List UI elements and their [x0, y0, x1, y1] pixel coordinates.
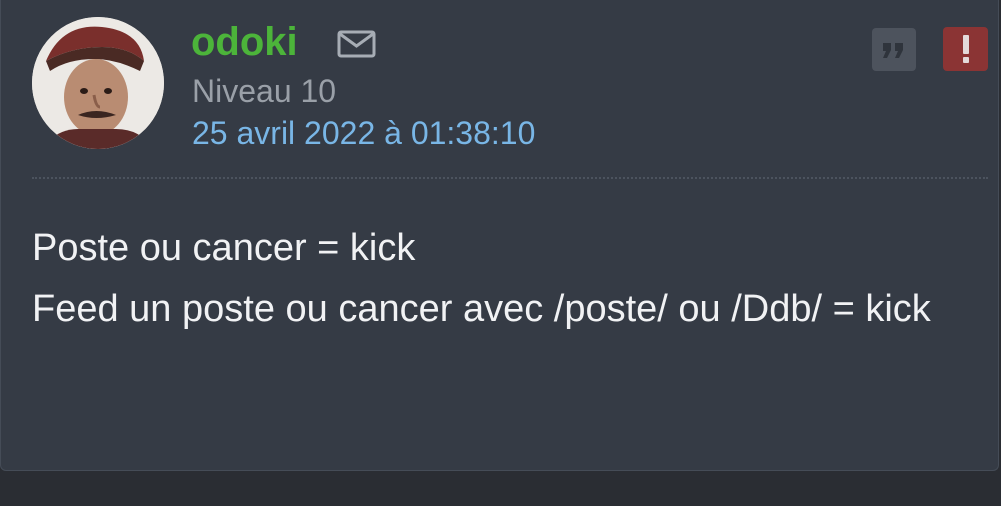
- post-line: Poste ou cancer = kick: [32, 227, 416, 269]
- post-date[interactable]: 25 avril 2022 à 01:38:10: [192, 114, 535, 152]
- user-level: Niveau 10: [192, 73, 337, 109]
- avatar[interactable]: [32, 17, 164, 149]
- quote-button[interactable]: [872, 28, 916, 71]
- exclamation-icon: [962, 35, 969, 63]
- divider: [32, 177, 988, 179]
- envelope-icon[interactable]: [337, 29, 376, 59]
- quote-icon: [883, 42, 903, 58]
- username[interactable]: odoki: [191, 18, 298, 66]
- forum-post: odoki Niveau 10 25 avril 2022 à 01:38:10…: [0, 0, 999, 471]
- post-content: Poste ou cancer = kick Feed un poste ou …: [32, 218, 962, 340]
- avatar-image: [32, 17, 164, 149]
- post-line: Feed un poste ou cancer avec /poste/ ou …: [32, 288, 931, 330]
- report-button[interactable]: [943, 27, 988, 71]
